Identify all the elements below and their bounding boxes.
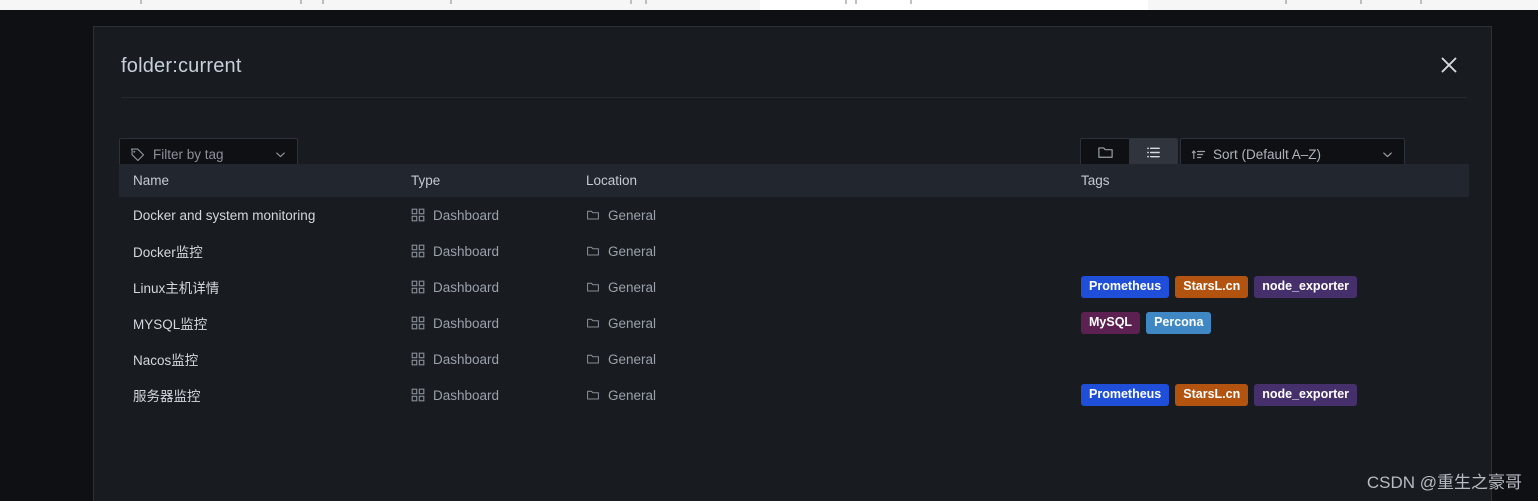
folder-icon — [586, 244, 600, 258]
dashboard-name[interactable]: Docker监控 — [119, 241, 411, 261]
tag-badge[interactable]: StarsL.cn — [1175, 384, 1249, 406]
dashboard-name[interactable]: Linux主机详情 — [119, 277, 411, 297]
dashboard-location[interactable]: General — [586, 352, 1081, 367]
table-row[interactable]: Linux主机详情 Dashboard General Prometheus Stars… — [119, 269, 1469, 305]
dashboard-location-label: General — [608, 315, 657, 331]
dashboard-type: Dashboard — [411, 388, 586, 403]
sort-value: Sort (Default A–Z) — [1213, 146, 1322, 162]
column-header-location: Location — [586, 173, 638, 188]
apps-grid-icon — [411, 388, 425, 402]
dashboard-name[interactable]: MYSQL监控 — [119, 313, 411, 333]
dashboard-name[interactable]: Nacos监控 — [119, 349, 411, 369]
dashboard-type-label: Dashboard — [433, 243, 500, 259]
table-row[interactable]: 服务器监控 Dashboard General Prometheus StarsL.cn… — [119, 377, 1469, 413]
search-results-table: Name Type Location Tags Docker and syste… — [119, 164, 1469, 413]
apps-grid-icon — [411, 316, 425, 330]
table-row[interactable]: MYSQL监控 Dashboard General MySQL Percona — [119, 305, 1469, 341]
table-row[interactable]: Docker监控 Dashboard General — [119, 233, 1469, 269]
dashboard-type: Dashboard — [411, 352, 586, 367]
close-icon[interactable] — [1433, 49, 1465, 81]
browser-chrome-text-remnants — [0, 0, 1538, 4]
tag-filter-placeholder: Filter by tag — [153, 146, 224, 162]
folder-icon — [586, 208, 600, 222]
tag-badge[interactable]: Prometheus — [1081, 384, 1170, 406]
dashboard-location[interactable]: General — [586, 316, 1081, 331]
dashboard-type-label: Dashboard — [433, 351, 500, 367]
column-header-type: Type — [411, 173, 441, 188]
dashboard-type-label: Dashboard — [433, 207, 500, 223]
dashboard-location-label: General — [608, 351, 657, 367]
dashboard-name[interactable]: 服务器监控 — [119, 385, 411, 405]
dashboard-type: Dashboard — [411, 316, 586, 331]
table-header-row: Name Type Location Tags — [119, 164, 1469, 197]
watermark: CSDN @重生之豪哥 — [1366, 473, 1522, 492]
tag-badge[interactable]: MySQL — [1081, 312, 1141, 334]
dashboard-location[interactable]: General — [586, 244, 1081, 259]
column-header-name: Name — [133, 173, 170, 188]
dashboard-type: Dashboard — [411, 244, 586, 259]
apps-grid-icon — [411, 352, 425, 366]
page-title: folder:current — [121, 55, 242, 77]
tag-icon — [130, 147, 145, 162]
dashboard-type: Dashboard — [411, 208, 586, 223]
table-row[interactable]: Nacos监控 Dashboard General — [119, 341, 1469, 377]
folder-icon — [586, 352, 600, 366]
apps-grid-icon — [411, 208, 425, 222]
table-body: Docker and system monitoring Dashboard Gen… — [119, 197, 1469, 413]
dashboard-type-label: Dashboard — [433, 387, 500, 403]
folder-icon — [1097, 144, 1114, 164]
dashboard-location[interactable]: General — [586, 280, 1081, 295]
browser-chrome-sliver — [0, 0, 1538, 10]
tag-badge[interactable]: Percona — [1146, 312, 1212, 334]
panel-header: folder:current — [94, 27, 1491, 98]
folder-icon — [586, 280, 600, 294]
dashboard-location-label: General — [608, 207, 657, 223]
tag-badge[interactable]: StarsL.cn — [1175, 276, 1249, 298]
dashboard-tags: MySQL Percona — [1081, 312, 1469, 334]
dashboard-tags: Prometheus StarsL.cn node_exporter — [1081, 384, 1469, 406]
folder-search-panel: folder:current Filter by tag Sort (Defau… — [93, 26, 1492, 501]
dashboard-location[interactable]: General — [586, 208, 1081, 223]
column-header-tags: Tags — [1081, 173, 1110, 188]
chevron-down-icon — [1381, 148, 1394, 161]
tag-badge[interactable]: node_exporter — [1254, 276, 1358, 298]
sort-ascending-icon — [1191, 147, 1206, 162]
tag-badge[interactable]: Prometheus — [1081, 276, 1170, 298]
dashboard-location[interactable]: General — [586, 388, 1081, 403]
dashboard-type: Dashboard — [411, 280, 586, 295]
dashboard-location-label: General — [608, 387, 657, 403]
dashboard-location-label: General — [608, 243, 657, 259]
tag-badge[interactable]: node_exporter — [1254, 384, 1358, 406]
chevron-down-icon — [274, 148, 287, 161]
dashboard-name[interactable]: Docker and system monitoring — [119, 208, 411, 223]
apps-grid-icon — [411, 280, 425, 294]
folder-icon — [586, 388, 600, 402]
apps-grid-icon — [411, 244, 425, 258]
folder-icon — [586, 316, 600, 330]
header-divider — [121, 97, 1467, 98]
dashboard-type-label: Dashboard — [433, 279, 500, 295]
list-icon — [1145, 144, 1162, 164]
dashboard-location-label: General — [608, 279, 657, 295]
dashboard-type-label: Dashboard — [433, 315, 500, 331]
dashboard-tags: Prometheus StarsL.cn node_exporter — [1081, 276, 1469, 298]
table-row[interactable]: Docker and system monitoring Dashboard Gen… — [119, 197, 1469, 233]
toolbar: Filter by tag Sort (Default A–Z) — [94, 109, 1491, 170]
